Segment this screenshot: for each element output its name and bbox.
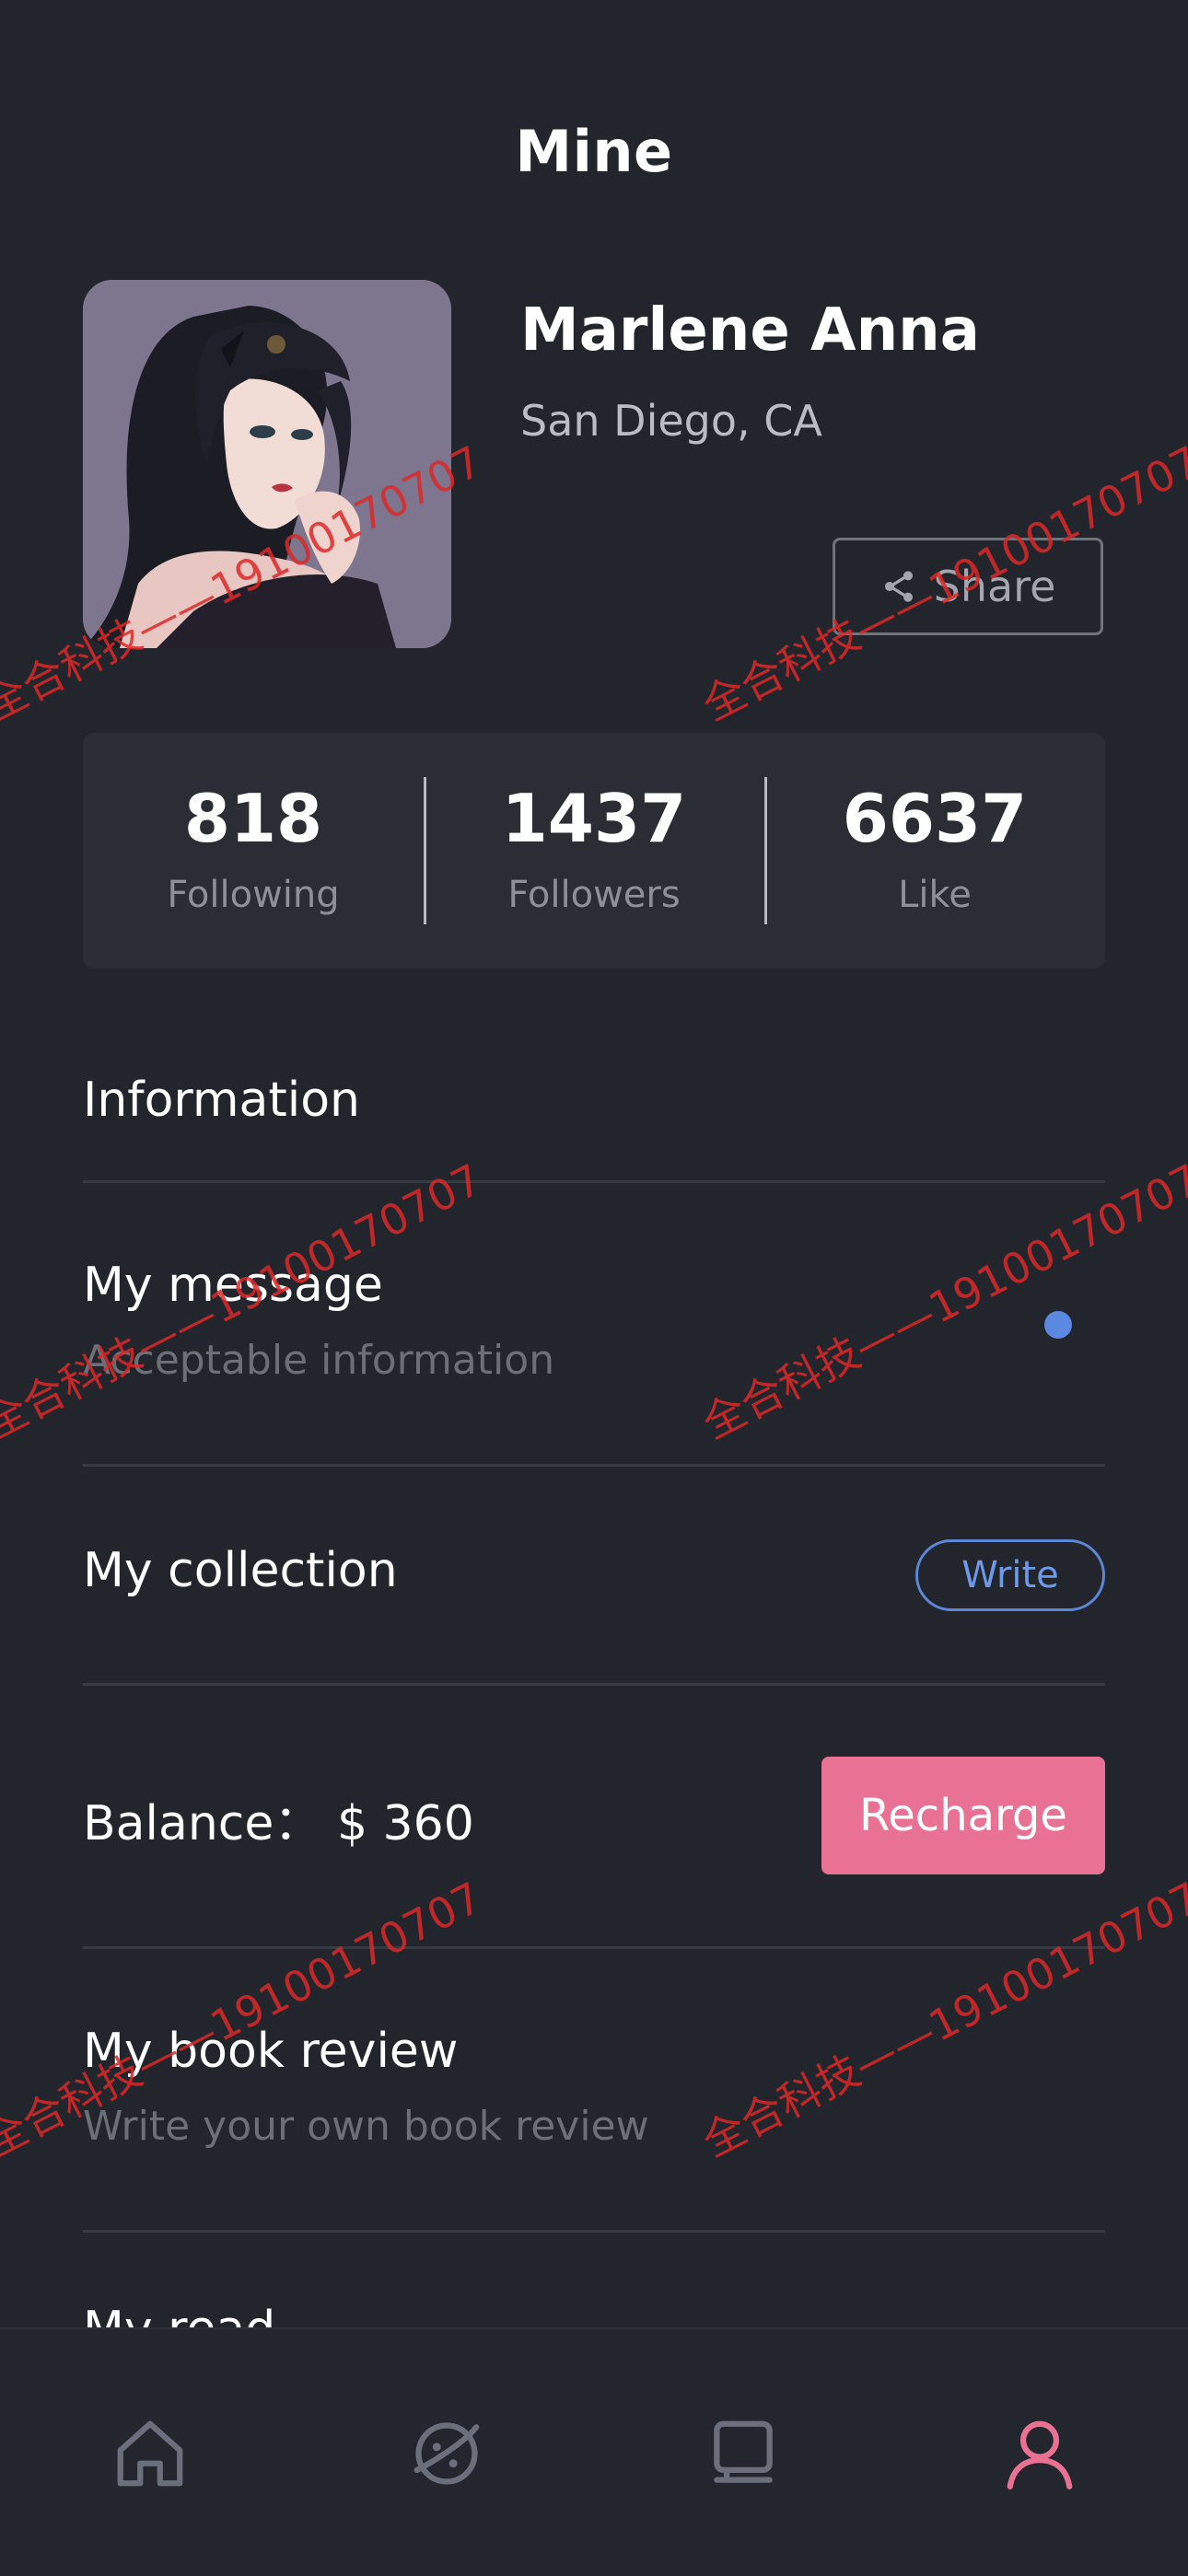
user-location: San Diego, CA — [520, 396, 822, 446]
unread-dot — [1044, 1311, 1072, 1339]
stat-label: Following — [167, 874, 340, 916]
home-icon — [117, 2420, 183, 2487]
stat-value: 6637 — [842, 780, 1028, 857]
recharge-button[interactable]: Recharge — [821, 1757, 1105, 1874]
stats-panel: 818 Following 1437 Followers 6637 Like — [83, 733, 1105, 969]
profile-icon — [1007, 2420, 1073, 2489]
list-item-cutoff[interactable]: My read — [83, 2296, 275, 2327]
tab-discover[interactable] — [407, 2414, 486, 2493]
stat-label: Like — [898, 874, 972, 916]
watermark: 全合科技——19100170707 — [694, 1154, 1188, 1449]
my-collection-title: My collection — [83, 1543, 398, 1598]
divider — [83, 1683, 1105, 1686]
divider — [83, 1180, 1105, 1183]
avatar[interactable] — [83, 280, 451, 648]
stat-value: 818 — [183, 780, 323, 857]
share-icon — [884, 571, 913, 602]
share-label: Share — [933, 562, 1056, 611]
section-title-information: Information — [83, 1073, 361, 1128]
divider — [83, 1464, 1105, 1467]
tab-home[interactable] — [111, 2414, 190, 2493]
stat-following[interactable]: 818 Following — [83, 733, 424, 969]
share-button[interactable]: Share — [833, 538, 1103, 635]
tab-bar — [0, 2327, 1188, 2576]
watermark: 全合科技——19100170707 — [694, 1872, 1188, 2167]
tab-bookshelf[interactable] — [704, 2414, 783, 2493]
divider — [83, 1946, 1105, 1949]
book-review-subtitle: Write your own book review — [83, 2103, 649, 2150]
balance-label: Balance： — [83, 1796, 322, 1851]
user-name: Marlene Anna — [520, 296, 980, 365]
my-message-title: My message — [83, 1258, 383, 1313]
bookshelf-icon — [714, 2420, 773, 2483]
balance-text: Balance： $ 360 — [83, 1784, 474, 1853]
stat-like[interactable]: 6637 Like — [764, 733, 1105, 969]
balance-amount: $ 360 — [336, 1796, 474, 1851]
page-title: Mine — [515, 118, 673, 185]
stat-value: 1437 — [501, 780, 687, 857]
divider — [83, 2230, 1105, 2233]
discover-planet-icon — [413, 2422, 480, 2485]
write-button[interactable]: Write — [915, 1539, 1105, 1611]
book-review-title: My book review — [83, 2024, 459, 2079]
stat-followers[interactable]: 1437 Followers — [424, 733, 764, 969]
tab-profile[interactable] — [1000, 2414, 1079, 2493]
my-message-subtitle: Acceptable information — [83, 1337, 555, 1384]
stat-label: Followers — [507, 874, 681, 916]
avatar-illustration — [83, 280, 451, 648]
